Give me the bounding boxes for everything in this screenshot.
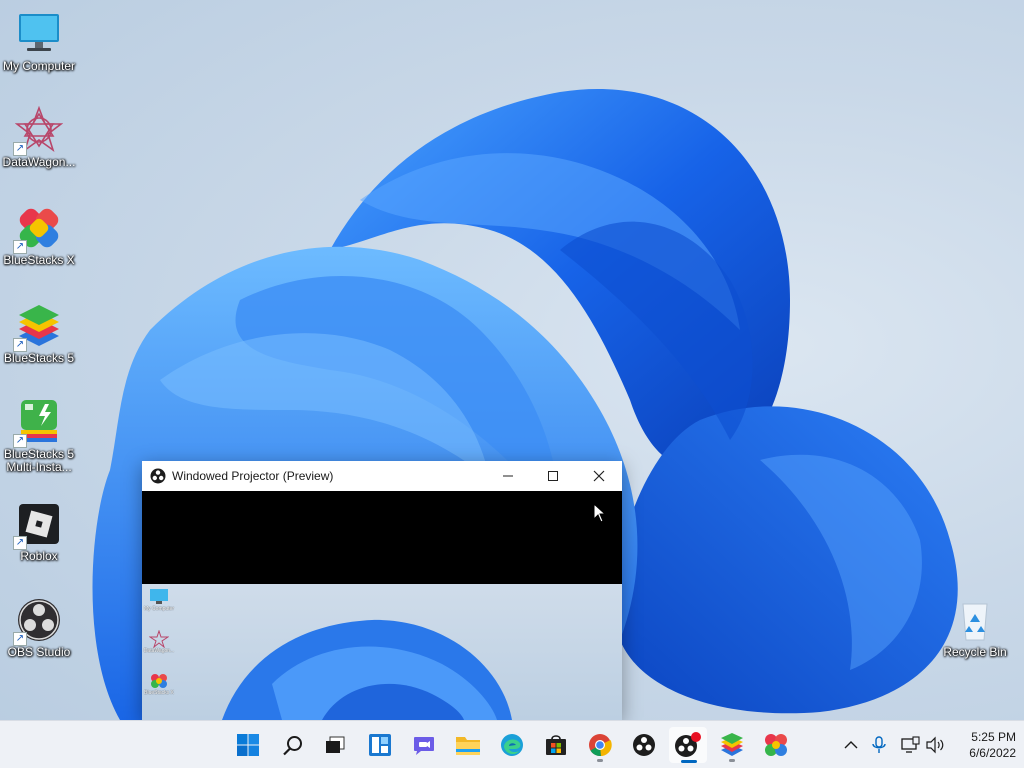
store-icon xyxy=(546,735,566,755)
desktop-icon-my-computer[interactable]: My Computer xyxy=(0,10,78,73)
taskbar-file-explorer-button[interactable] xyxy=(449,727,487,763)
bluestacks-x-icon xyxy=(765,734,787,756)
desktop-icon-bluestacks-5[interactable]: ↗ BlueStacks 5 xyxy=(0,302,78,365)
window-title: Windowed Projector (Preview) xyxy=(172,469,334,483)
taskbar-bluestacks-5-button[interactable] xyxy=(713,727,751,763)
task-view-icon xyxy=(326,736,345,753)
taskbar-obs-button[interactable] xyxy=(625,727,663,763)
preview-icon-my-computer: My Computer xyxy=(144,588,174,612)
maximize-button[interactable] xyxy=(530,461,576,491)
taskbar-chat-button[interactable] xyxy=(405,727,443,763)
network-icon xyxy=(901,736,920,753)
datawagon-icon xyxy=(149,630,169,648)
tray-microphone-button[interactable] xyxy=(868,733,890,757)
desktop-icon-label: BlueStacks 5 Multi-Insta... xyxy=(3,447,75,474)
desktop-icon-obs-studio[interactable]: ↗ OBS Studio xyxy=(0,596,78,659)
preview-icon-label: BlueStacks X xyxy=(144,690,174,696)
desktop-icon-label: DataWagon... xyxy=(2,155,76,169)
obs-recording-icon xyxy=(675,732,701,757)
taskbar-clock[interactable]: 5:25 PM 6/6/2022 xyxy=(944,729,1016,761)
shortcut-arrow-icon: ↗ xyxy=(13,632,27,646)
monitor-icon xyxy=(15,10,63,58)
minimize-button[interactable] xyxy=(485,461,531,491)
tray-volume-button[interactable] xyxy=(924,733,946,757)
chevron-up-icon xyxy=(844,741,858,749)
shortcut-arrow-icon: ↗ xyxy=(13,142,27,156)
shortcut-arrow-icon: ↗ xyxy=(13,240,27,254)
preview-icon-label: My Computer xyxy=(144,606,175,612)
minimize-icon xyxy=(503,475,513,477)
desktop-icon-label: Recycle Bin xyxy=(943,645,1007,659)
taskbar-chrome-button[interactable] xyxy=(581,727,619,763)
taskbar-edge-button[interactable] xyxy=(493,727,531,763)
running-indicator xyxy=(729,759,735,762)
windowed-projector-window[interactable]: Windowed Projector (Preview) My Computer… xyxy=(142,461,622,720)
taskbar-bluestacks-x-button[interactable] xyxy=(757,727,795,763)
search-icon xyxy=(283,736,302,756)
bluestacks-5-icon xyxy=(721,733,743,756)
preview-bloom xyxy=(222,619,512,720)
taskbar-search-button[interactable] xyxy=(274,727,312,763)
widgets-icon xyxy=(369,734,391,756)
folder-icon xyxy=(456,737,480,755)
bluestacks-5-icon: ↗ xyxy=(13,302,63,352)
tray-network-button[interactable] xyxy=(899,733,921,757)
obs-icon xyxy=(150,468,166,484)
desktop-icon-bluestacks-x[interactable]: ↗ BlueStacks X xyxy=(0,204,78,267)
projector-preview-image: My Computer DataWagon... BlueStacks X xyxy=(142,584,622,720)
taskbar-store-button[interactable] xyxy=(537,727,575,763)
obs-icon xyxy=(633,734,655,756)
desktop-icon-datawagon[interactable]: ↗ DataWagon... xyxy=(0,105,78,169)
chat-icon xyxy=(414,737,434,755)
close-icon xyxy=(593,470,605,482)
bluestacks-x-icon: ↗ xyxy=(13,204,63,254)
taskbar-obs-recording-button[interactable] xyxy=(669,727,707,763)
desktop-icon-label: OBS Studio xyxy=(7,645,71,659)
taskbar-start-button[interactable] xyxy=(229,727,267,763)
bluestacks-x-icon xyxy=(151,674,167,688)
edge-icon xyxy=(501,734,523,756)
recycle-bin-icon xyxy=(951,596,999,644)
shortcut-arrow-icon: ↗ xyxy=(13,338,27,352)
desktop-icon-label: Roblox xyxy=(20,549,58,563)
projector-canvas: My Computer DataWagon... BlueStacks X xyxy=(142,491,622,720)
preview-icon-label: DataWagon... xyxy=(143,648,175,654)
desktop-icon-bluestacks-multi[interactable]: ↗ BlueStacks 5 Multi-Insta... xyxy=(0,398,78,474)
running-indicator xyxy=(597,759,603,762)
active-window-indicator xyxy=(681,760,697,763)
volume-icon xyxy=(926,736,944,754)
taskbar: 5:25 PM 6/6/2022 xyxy=(0,720,1024,768)
bluestacks-multi-icon: ↗ xyxy=(13,398,63,448)
mouse-cursor-icon xyxy=(593,503,605,523)
preview-icon-bluestacks-x: BlueStacks X xyxy=(144,672,174,696)
shortcut-arrow-icon: ↗ xyxy=(13,536,27,550)
microphone-icon xyxy=(872,736,886,753)
monitor-icon xyxy=(150,589,168,604)
desktop-icon-label: BlueStacks 5 xyxy=(3,351,75,365)
desktop-icon-label: My Computer xyxy=(2,59,76,73)
shortcut-arrow-icon: ↗ xyxy=(13,434,27,448)
preview-icon-datawagon: DataWagon... xyxy=(144,630,174,654)
desktop-icon-roblox[interactable]: ↗ Roblox xyxy=(0,500,78,563)
clock-date: 6/6/2022 xyxy=(969,746,1016,760)
taskbar-task-view-button[interactable] xyxy=(316,727,354,763)
close-button[interactable] xyxy=(576,461,622,491)
roblox-icon: ↗ xyxy=(13,500,63,550)
chrome-icon xyxy=(589,734,612,757)
maximize-icon xyxy=(548,471,558,481)
taskbar-widgets-button[interactable] xyxy=(361,727,399,763)
tray-overflow-button[interactable] xyxy=(840,733,862,757)
datawagon-icon: ↗ xyxy=(13,105,64,156)
windows-start-icon xyxy=(237,734,259,756)
obs-icon: ↗ xyxy=(13,596,63,646)
window-titlebar[interactable]: Windowed Projector (Preview) xyxy=(142,461,622,491)
clock-time: 5:25 PM xyxy=(971,730,1016,744)
desktop-icon-label: BlueStacks X xyxy=(3,253,75,267)
desktop-icon-recycle-bin[interactable]: Recycle Bin xyxy=(936,596,1014,659)
